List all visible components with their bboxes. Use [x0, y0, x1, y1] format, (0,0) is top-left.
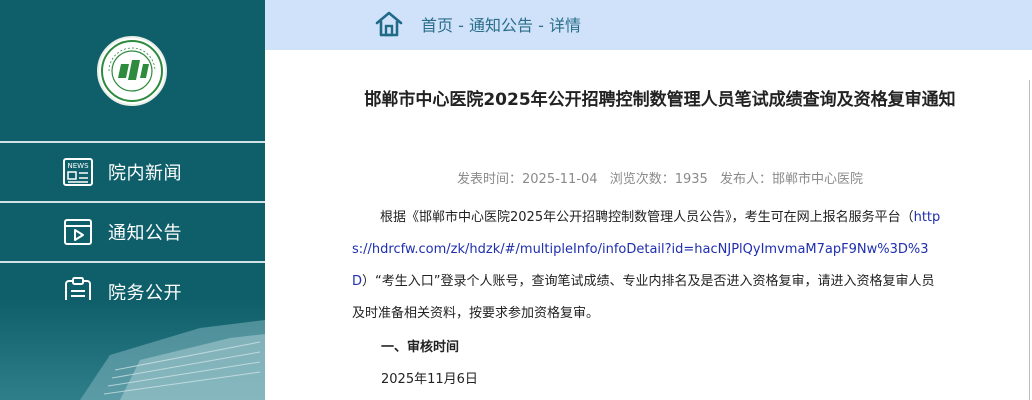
news-icon: NEWS	[63, 158, 93, 186]
paragraph-text: 根据《邯郸市中心医院2025年公开招聘控制数管理人员公告》，考生可在网上报名服务…	[380, 210, 914, 225]
paragraph-text-continued: ）“考生入口”登录个人账号，查询笔试成绩、专业内排名及是否进入资格复审，请进入资…	[352, 274, 935, 321]
review-date: 2025年11月6日	[381, 372, 478, 387]
home-icon[interactable]	[374, 9, 404, 39]
sidebar-item-notices[interactable]: 通知公告	[0, 201, 265, 261]
sidebar-item-label: 通知公告	[108, 223, 182, 244]
breadcrumb-current: 详情	[548, 16, 581, 35]
breadcrumb: 首页 - 通知公告 - 详情	[421, 12, 581, 36]
sidebar-nav: NEWS 院内新闻 通知公告 院务公开	[0, 141, 265, 323]
sidebar-item-label: 院内新闻	[108, 163, 182, 184]
publish-time-label: 发表时间：	[457, 172, 523, 187]
article-meta: 发表时间：2025-11-04 浏览次数：1935 发布人：邯郸市中心医院	[360, 168, 960, 187]
publisher-label: 发布人：	[719, 172, 772, 187]
video-icon	[64, 219, 92, 245]
publish-time: 发表时间：2025-11-04	[457, 172, 598, 187]
sidebar: NEWS 院内新闻 通知公告 院务公开	[0, 0, 265, 400]
breadcrumb-home-link[interactable]: 首页	[421, 16, 453, 35]
view-count-label: 浏览次数：	[609, 172, 675, 187]
breadcrumb-notices-link[interactable]: 通知公告	[469, 16, 533, 35]
breadcrumb-separator: -	[453, 16, 469, 35]
section-heading: 一、审核时间	[381, 340, 460, 355]
view-count-value: 1935	[674, 172, 708, 187]
publisher: 发布人：邯郸市中心医院	[720, 172, 863, 187]
publish-time-value: 2025-11-04	[522, 172, 598, 187]
article-paragraph: 根据《邯郸市中心医院2025年公开招聘控制数管理人员公告》，考生可在网上报名服务…	[352, 202, 942, 330]
article-content: 邯郸市中心医院2025年公开招聘控制数管理人员笔试成绩查询及资格复审通知 发表时…	[265, 50, 1032, 400]
hospital-building-image	[0, 300, 265, 400]
article-title: 邯郸市中心医院2025年公开招聘控制数管理人员笔试成绩查询及资格复审通知	[364, 90, 956, 110]
hospital-logo[interactable]	[97, 36, 167, 106]
view-count: 浏览次数：1935	[610, 172, 708, 187]
breadcrumb-separator: -	[532, 16, 549, 35]
breadcrumb-bar: 首页 - 通知公告 - 详情	[265, 0, 1032, 50]
logo-emblem-icon	[101, 40, 163, 102]
svg-text:NEWS: NEWS	[67, 162, 89, 170]
sidebar-item-news[interactable]: NEWS 院内新闻	[0, 141, 265, 201]
publisher-value: 邯郸市中心医院	[771, 172, 863, 187]
